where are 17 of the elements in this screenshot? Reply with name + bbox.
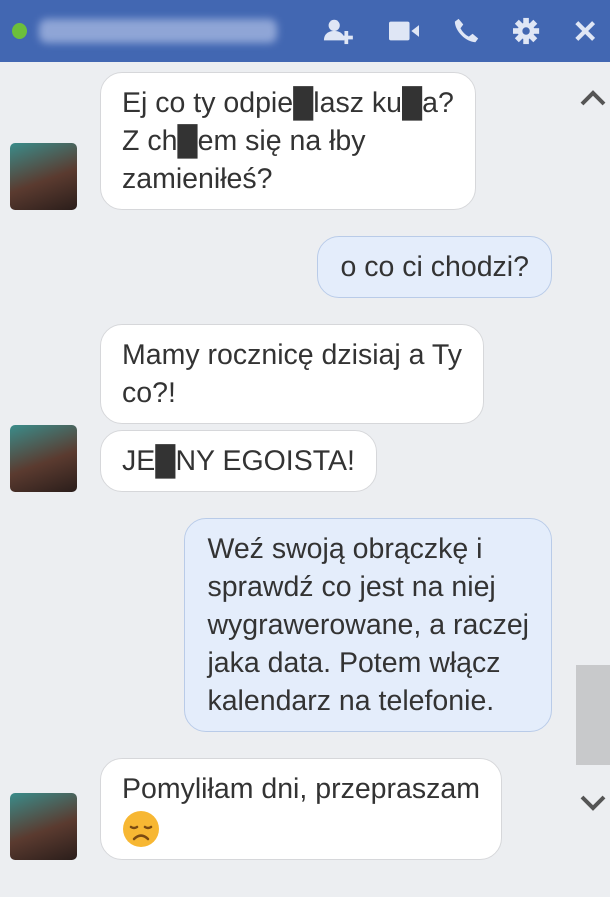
scroll-thumb[interactable] [576,665,610,765]
avatar [10,793,77,860]
message-bubble: JE█NY EGOISTA! [100,430,377,492]
phone-icon[interactable] [453,17,480,45]
settings-icon[interactable] [513,17,540,45]
avatar [10,143,77,210]
video-camera-icon[interactable] [388,21,420,41]
add-person-icon[interactable] [322,17,355,45]
scroll-up-icon[interactable] [580,90,606,106]
avatar [10,425,77,492]
message-bubble: o co ci chodzi? [317,236,552,298]
message-bubble: Pomyliłam dni, przepraszam [100,758,502,860]
close-icon[interactable] [574,19,596,43]
message-bubble: Mamy rocznicę dzisiaj a Ty co?! [100,324,484,424]
message-bubble: Ej co ty odpie█lasz ku█a? Z ch█em się na łby zamieniłeś? [100,72,476,210]
message-bubble: Weź swoją obrączkę i sprawdź co jest na niej wygrawerowane, a raczej jaka data. Potem włącz kalendarz na telefonie. [184,518,552,732]
scroll-down-icon[interactable] [580,795,606,811]
